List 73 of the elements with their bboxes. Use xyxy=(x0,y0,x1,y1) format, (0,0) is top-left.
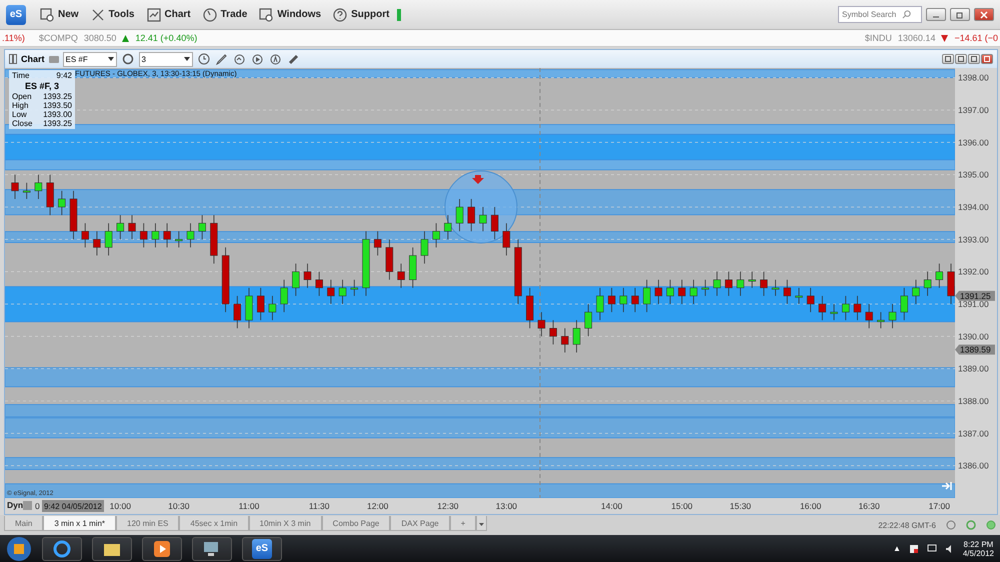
status-clock: 22:22:48 GMT-6 xyxy=(878,520,936,530)
page-tab[interactable]: 10min X 3 min xyxy=(248,516,322,531)
symbol-dropdown[interactable]: ES #F xyxy=(62,52,117,66)
taskbar-app[interactable]: eS xyxy=(242,536,282,560)
ticker-change: 12.41 (+0.40%) xyxy=(135,33,198,43)
toolbar-button[interactable]: New xyxy=(36,4,83,26)
toolbar-button[interactable]: Support xyxy=(329,4,394,26)
field-value: 1393.25 xyxy=(43,119,72,128)
data-heading: ES #F, 3 xyxy=(24,81,60,91)
symbol-search-field[interactable]: Symbol Search xyxy=(838,6,922,23)
time-label: 16:30 xyxy=(858,501,880,511)
field-label: High xyxy=(12,101,28,110)
field-value: 1393.00 xyxy=(43,110,72,119)
time-label: 14:00 xyxy=(601,501,622,511)
price-label: 1393.00 xyxy=(958,234,989,244)
price-label: 1390.00 xyxy=(958,331,989,342)
field-value: 1393.25 xyxy=(43,92,72,101)
time-label: 13:00 xyxy=(496,501,518,511)
time-label: 17:00 xyxy=(928,501,950,511)
time-label: 15:00 xyxy=(671,501,693,511)
price-label: 1397.00 xyxy=(958,105,989,116)
price-label: 1386.00 xyxy=(958,460,989,471)
time-label: 12:30 xyxy=(437,501,459,511)
price-marker: 1389.59 xyxy=(955,344,995,355)
page-tab[interactable]: 45sec x 1min xyxy=(179,516,249,531)
page-tab[interactable]: Main xyxy=(4,516,44,531)
toolbar-button[interactable]: Trade xyxy=(198,4,252,26)
time-label: 10:00 xyxy=(110,501,131,511)
toolbar-button[interactable]: Chart xyxy=(142,4,195,26)
time-label: 12:00 xyxy=(367,501,388,511)
tray-arrow[interactable]: ▲ xyxy=(892,544,901,553)
toolbar-button[interactable]: Tools xyxy=(86,4,138,26)
add-tab-button[interactable]: + xyxy=(450,516,476,531)
field-value: 9:42 xyxy=(56,71,72,80)
ticker-price: 3080.50 xyxy=(84,33,116,43)
time-label: 11:00 xyxy=(238,501,260,511)
page-tab[interactable]: 3 min x 1 min* xyxy=(43,516,116,531)
field-label: Low xyxy=(12,110,27,119)
field-label: Time xyxy=(12,71,30,80)
price-label: 1395.00 xyxy=(958,170,989,180)
taskbar-clock[interactable]: 8:22 PM 4/5/2012 xyxy=(962,540,994,558)
page-tab[interactable]: Combo Page xyxy=(322,516,390,531)
field-label: Open xyxy=(12,92,32,101)
time-label: 16:00 xyxy=(800,501,822,511)
page-tab[interactable]: DAX Page xyxy=(390,516,450,531)
symbol-search-input[interactable]: Symbol Search xyxy=(842,10,902,19)
field-label: Close xyxy=(12,119,32,128)
ticker-symbol: $COMPQ xyxy=(38,33,78,43)
interval-dropdown[interactable]: 3 xyxy=(138,52,193,66)
app-logo[interactable]: eS xyxy=(6,4,26,24)
ticker-price: 13060.14 xyxy=(898,33,936,43)
field-value: 1393.50 xyxy=(43,101,72,110)
ticker-change: .11%) xyxy=(2,33,25,43)
toolbar-button[interactable]: Windows xyxy=(255,4,326,26)
price-label: 1394.00 xyxy=(958,202,989,212)
ticker-symbol: $INDU xyxy=(864,33,892,43)
price-label: 1388.00 xyxy=(958,396,989,406)
price-label: 1398.00 xyxy=(958,72,989,83)
price-label: 1387.00 xyxy=(958,428,989,438)
cursor-time-label: 9:42 04/05/2012 xyxy=(42,500,104,512)
time-label: 10:30 xyxy=(168,501,190,511)
chart-title: Chart xyxy=(21,54,45,64)
time-label: 11:30 xyxy=(308,501,330,511)
page-tab[interactable]: 120 min ES xyxy=(116,516,180,531)
ticker-change: −14.61 (−0 xyxy=(954,33,998,43)
app-logo: eS xyxy=(252,538,272,558)
price-label: 1391.00 xyxy=(958,299,989,310)
price-label: 1396.00 xyxy=(958,137,989,148)
mode-label[interactable]: Dyn xyxy=(7,500,24,510)
price-label: 1389.00 xyxy=(958,364,989,374)
time-label: 15:30 xyxy=(730,501,752,511)
price-label: 1392.00 xyxy=(958,266,989,277)
time-label: 0 xyxy=(35,501,40,511)
